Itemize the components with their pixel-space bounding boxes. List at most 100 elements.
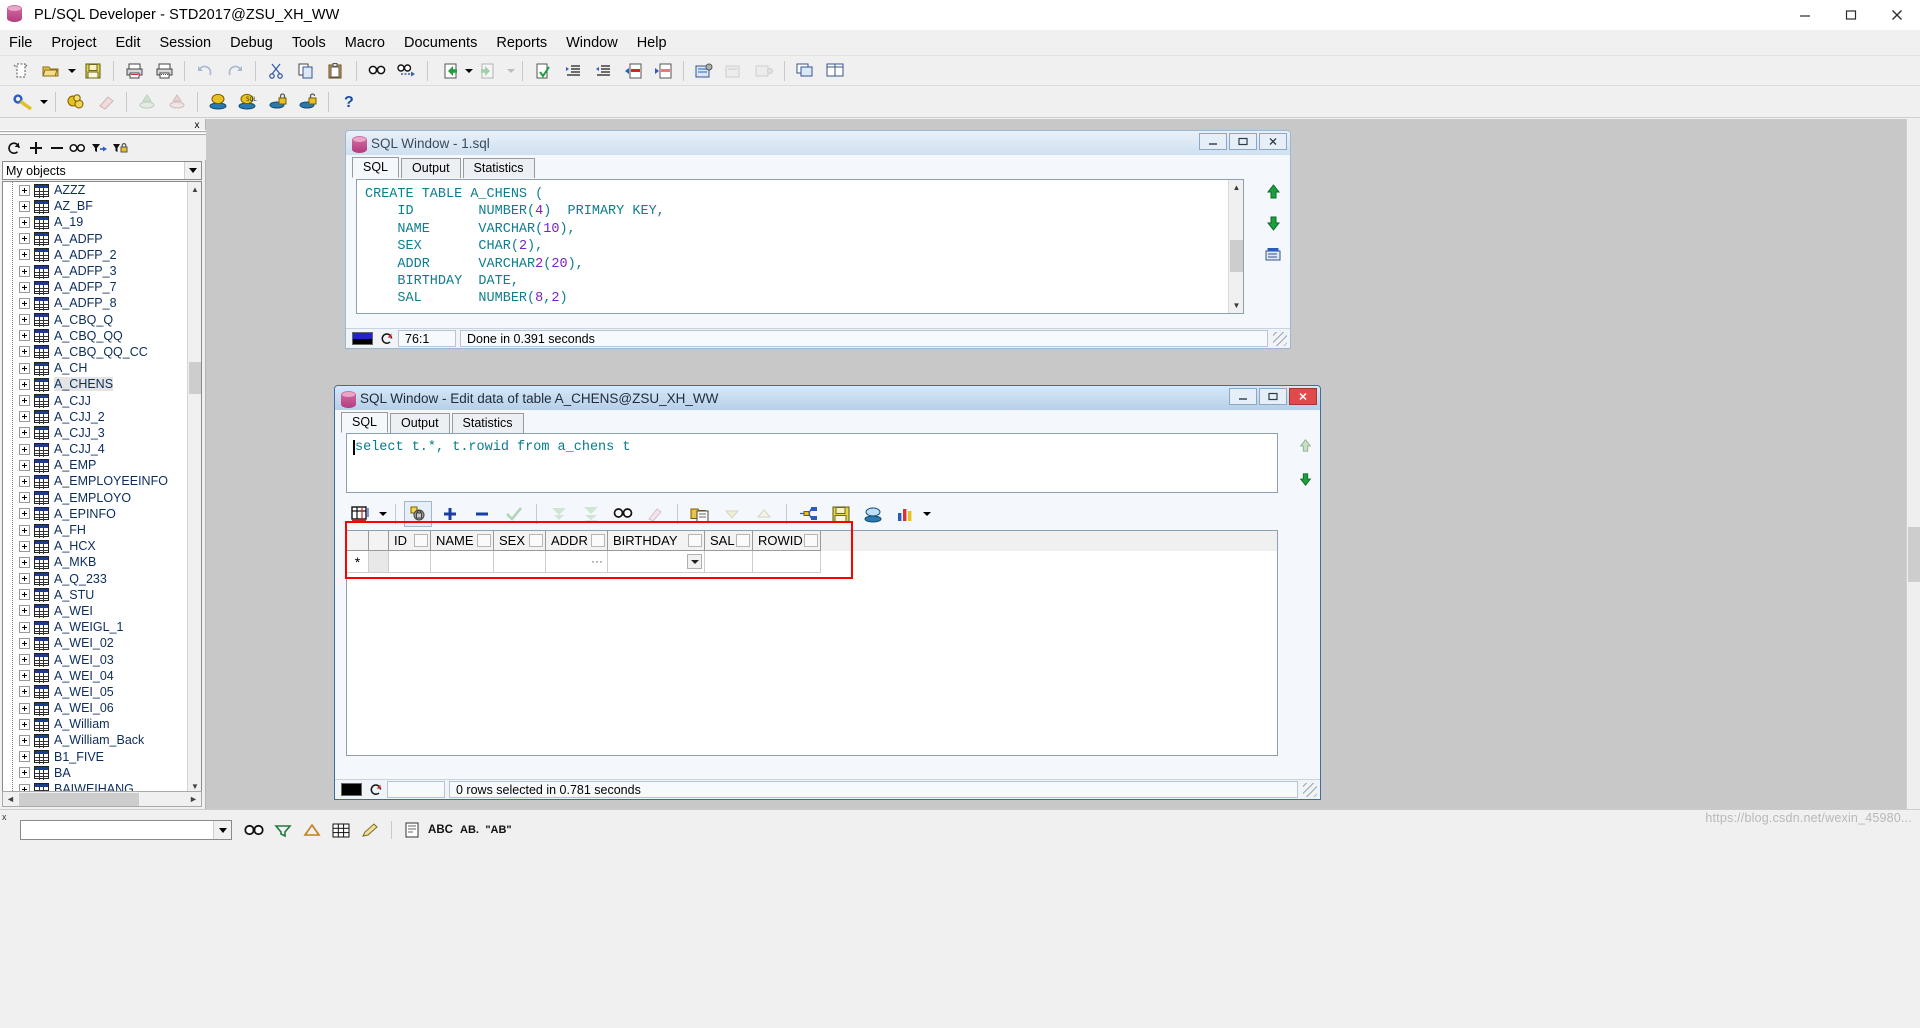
expand-icon[interactable] <box>19 460 30 471</box>
ellipsis-button[interactable]: ··· <box>591 554 603 568</box>
tree-item-a-employeeinfo[interactable]: A_EMPLOYEEINFO <box>3 473 187 489</box>
previous-icon[interactable] <box>435 59 461 83</box>
expand-icon[interactable] <box>19 686 30 697</box>
tree-item-a-william[interactable]: A_William <box>3 716 187 732</box>
expand-icon[interactable] <box>19 217 30 228</box>
expand-icon[interactable] <box>19 735 30 746</box>
copy-to-clipboard-icon[interactable] <box>687 502 713 526</box>
expand-icon[interactable] <box>19 298 30 309</box>
expand-icon[interactable] <box>19 330 30 341</box>
abc-replace-icon[interactable]: AB. <box>456 819 483 841</box>
grid-corner-cell[interactable] <box>347 531 369 551</box>
match-case-icon[interactable]: "AB" <box>485 819 512 841</box>
post-changes-icon[interactable] <box>501 502 527 526</box>
lock-browser-icon[interactable] <box>109 138 130 158</box>
eraser-icon[interactable] <box>93 90 119 114</box>
expand-icon[interactable] <box>19 233 30 244</box>
maximize-icon[interactable] <box>1259 388 1287 405</box>
lock-icon[interactable] <box>265 90 291 114</box>
table-row[interactable]: * ··· <box>347 551 1277 573</box>
menu-project[interactable]: Project <box>42 32 105 54</box>
tree-item-a-adfp-3[interactable]: A_ADFP_3 <box>3 263 187 279</box>
cell-name[interactable] <box>431 551 494 573</box>
tab-sql[interactable]: SQL <box>352 157 399 178</box>
mdi-vertical-scrollbar[interactable] <box>1906 119 1920 809</box>
unlock-icon[interactable] <box>295 90 321 114</box>
column-resize-handle[interactable] <box>591 534 605 547</box>
column-resize-handle[interactable] <box>736 534 750 547</box>
column-resize-handle[interactable] <box>804 534 818 547</box>
column-header-sex[interactable]: SEX <box>494 531 546 551</box>
help-icon[interactable]: ? <box>336 90 362 114</box>
column-header-rowid[interactable]: ROWID <box>753 531 821 551</box>
tree-item-a-adfp[interactable]: A_ADFP <box>3 231 187 247</box>
menu-help[interactable]: Help <box>628 32 676 54</box>
tree-item-a-adfp-2[interactable]: A_ADFP_2 <box>3 247 187 263</box>
menu-tools[interactable]: Tools <box>283 32 335 54</box>
test-icon[interactable] <box>721 59 747 83</box>
menu-documents[interactable]: Documents <box>395 32 486 54</box>
session-icon[interactable] <box>205 90 231 114</box>
tree-item-a-adfp-7[interactable]: A_ADFP_7 <box>3 279 187 295</box>
tab-statistics[interactable]: Statistics <box>463 158 535 178</box>
expand-icon[interactable] <box>19 411 30 422</box>
tree-item-a-fh[interactable]: A_FH <box>3 522 187 538</box>
sql-window-2-titlebar[interactable]: SQL Window - Edit data of table A_CHENS@… <box>335 386 1320 410</box>
column-resize-handle[interactable] <box>529 534 543 547</box>
sql-window-1[interactable]: SQL Window - 1.sql SQL Output Statisti <box>345 130 1291 349</box>
sort-ascending-icon[interactable] <box>751 502 777 526</box>
column-resize-handle[interactable] <box>688 534 702 547</box>
scroll-down-icon[interactable] <box>1298 472 1313 492</box>
chevron-down-icon[interactable] <box>213 821 231 839</box>
expand-icon[interactable] <box>19 541 30 552</box>
scroll-down-icon[interactable] <box>1265 215 1284 237</box>
expand-icon[interactable] <box>19 266 30 277</box>
object-filter-combo[interactable]: My objects <box>2 161 202 180</box>
cell-sal[interactable] <box>705 551 753 573</box>
tree-item-a-weigl-1[interactable]: A_WEIGL_1 <box>3 619 187 635</box>
tree-item-a-cjj[interactable]: A_CJJ <box>3 392 187 408</box>
sql-window-1-titlebar[interactable]: SQL Window - 1.sql <box>346 131 1290 155</box>
grid-layout-icon[interactable] <box>348 502 374 526</box>
tree-item-ba[interactable]: BA <box>3 765 187 781</box>
scrollbar-thumb[interactable] <box>1230 240 1243 272</box>
column-header-sal[interactable]: SAL <box>705 531 753 551</box>
find-icon[interactable] <box>67 138 88 158</box>
copy-icon[interactable] <box>293 59 319 83</box>
chart-icon[interactable] <box>892 502 918 526</box>
lock-edit-icon[interactable] <box>405 502 431 526</box>
tab-statistics[interactable]: Statistics <box>452 413 524 433</box>
tree-item-b1-five[interactable]: B1_FIVE <box>3 749 187 765</box>
editor-1-vertical-scrollbar[interactable]: ▲ ▼ <box>1228 180 1243 313</box>
close-icon[interactable] <box>1874 0 1920 30</box>
column-header-birthday[interactable]: BIRTHDAY <box>608 531 705 551</box>
expand-icon[interactable] <box>19 492 30 503</box>
filter-down-icon[interactable] <box>269 819 296 841</box>
cell-rowid[interactable] <box>753 551 821 573</box>
outdent-icon[interactable] <box>590 59 616 83</box>
scroll-up-arrow[interactable]: ▲ <box>188 182 202 197</box>
tree-horizontal-scrollbar[interactable]: ◄ ► <box>2 791 202 807</box>
tile-windows-icon[interactable] <box>822 59 848 83</box>
rollback-icon[interactable] <box>134 90 160 114</box>
tab-sql[interactable]: SQL <box>341 412 388 433</box>
cell-addr[interactable]: ··· <box>546 551 608 573</box>
expand-icon[interactable] <box>19 201 30 212</box>
cell-id[interactable] <box>389 551 431 573</box>
expand-all-icon[interactable] <box>25 138 46 158</box>
minimize-icon[interactable] <box>1199 133 1227 150</box>
tree-vertical-scrollbar[interactable]: ▲ ▼ <box>187 182 201 794</box>
column-header-name[interactable]: NAME <box>431 531 494 551</box>
scroll-left-arrow[interactable]: ◄ <box>3 794 18 804</box>
redo-icon[interactable] <box>222 59 248 83</box>
cut-icon[interactable] <box>263 59 289 83</box>
uncomment-icon[interactable] <box>650 59 676 83</box>
tree-item-a-cjj-4[interactable]: A_CJJ_4 <box>3 441 187 457</box>
record-icon[interactable] <box>751 59 777 83</box>
sql-editor-2[interactable]: select t.*, t.rowid from a_chens t <box>346 433 1278 493</box>
expand-icon[interactable] <box>19 249 30 260</box>
expand-icon[interactable] <box>19 427 30 438</box>
object-tree[interactable]: AZZZAZ_BFA_19A_ADFPA_ADFP_2A_ADFP_3A_ADF… <box>2 181 202 795</box>
chevron-down-icon[interactable] <box>184 162 201 179</box>
wrench-icon[interactable] <box>10 90 36 114</box>
